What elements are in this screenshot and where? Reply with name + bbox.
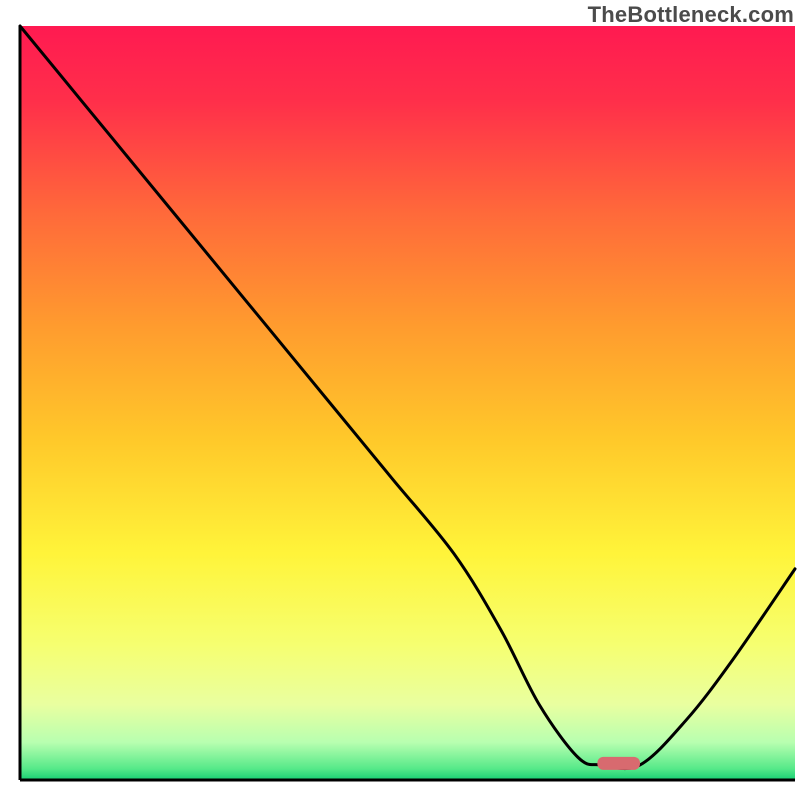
bottleneck-chart (0, 0, 800, 800)
optimal-zone-marker (597, 757, 640, 770)
chart-container: TheBottleneck.com (0, 0, 800, 800)
watermark-label: TheBottleneck.com (588, 2, 794, 28)
plot-background (20, 26, 795, 780)
